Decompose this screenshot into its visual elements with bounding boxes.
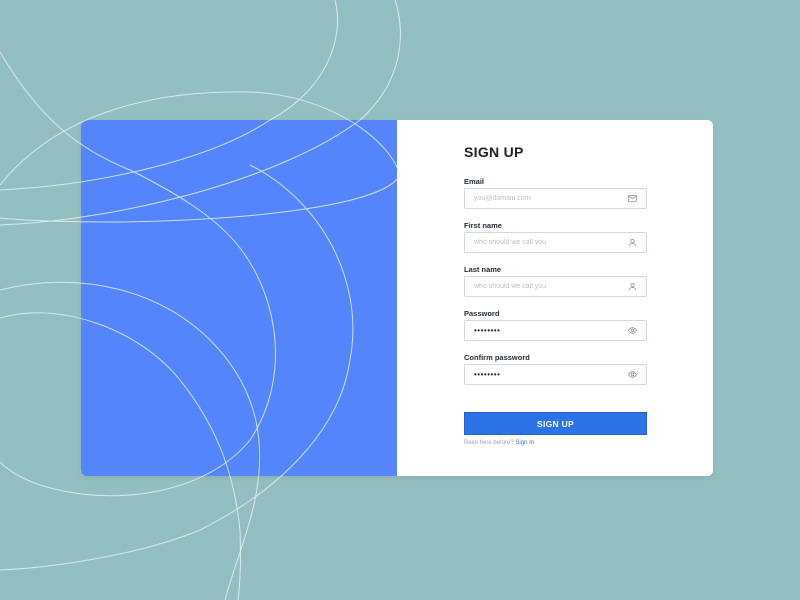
email-field-group: Email (464, 177, 647, 209)
email-input[interactable] (465, 189, 625, 208)
email-label: Email (464, 177, 485, 186)
confirm-password-label: Confirm password (464, 353, 530, 362)
last-name-label: Last name (464, 265, 502, 274)
email-input-box (464, 188, 647, 209)
confirm-password-input-box (464, 364, 647, 385)
sign-up-button[interactable]: SIGN UP (464, 412, 647, 435)
signup-form-panel: SIGN UP Email First name Last name (397, 120, 713, 476)
first-name-field-group: First name (464, 221, 647, 253)
last-name-input[interactable] (465, 277, 625, 296)
last-name-field-group: Last name (464, 265, 647, 297)
signup-card: SIGN UP Email First name Last name (81, 120, 713, 476)
eye-icon[interactable] (628, 370, 637, 379)
password-label: Password (464, 309, 500, 318)
decorative-panel (81, 120, 397, 476)
user-icon (628, 238, 637, 247)
last-name-input-box (464, 276, 647, 297)
user-icon (628, 282, 637, 291)
confirm-password-field-group: Confirm password (464, 353, 647, 385)
sign-in-link[interactable]: Sign In (515, 440, 534, 446)
form-title: SIGN UP (464, 144, 524, 160)
signin-prompt-text: Been here before? (464, 440, 514, 446)
password-input[interactable] (465, 321, 625, 340)
signin-prompt-row: Been here before? Sign In (464, 440, 534, 446)
eye-icon[interactable] (628, 326, 637, 335)
first-name-input[interactable] (465, 233, 625, 252)
confirm-password-input[interactable] (465, 365, 625, 384)
first-name-label: First name (464, 221, 502, 230)
first-name-input-box (464, 232, 647, 253)
mail-icon (628, 194, 637, 203)
password-input-box (464, 320, 647, 341)
password-field-group: Password (464, 309, 647, 341)
